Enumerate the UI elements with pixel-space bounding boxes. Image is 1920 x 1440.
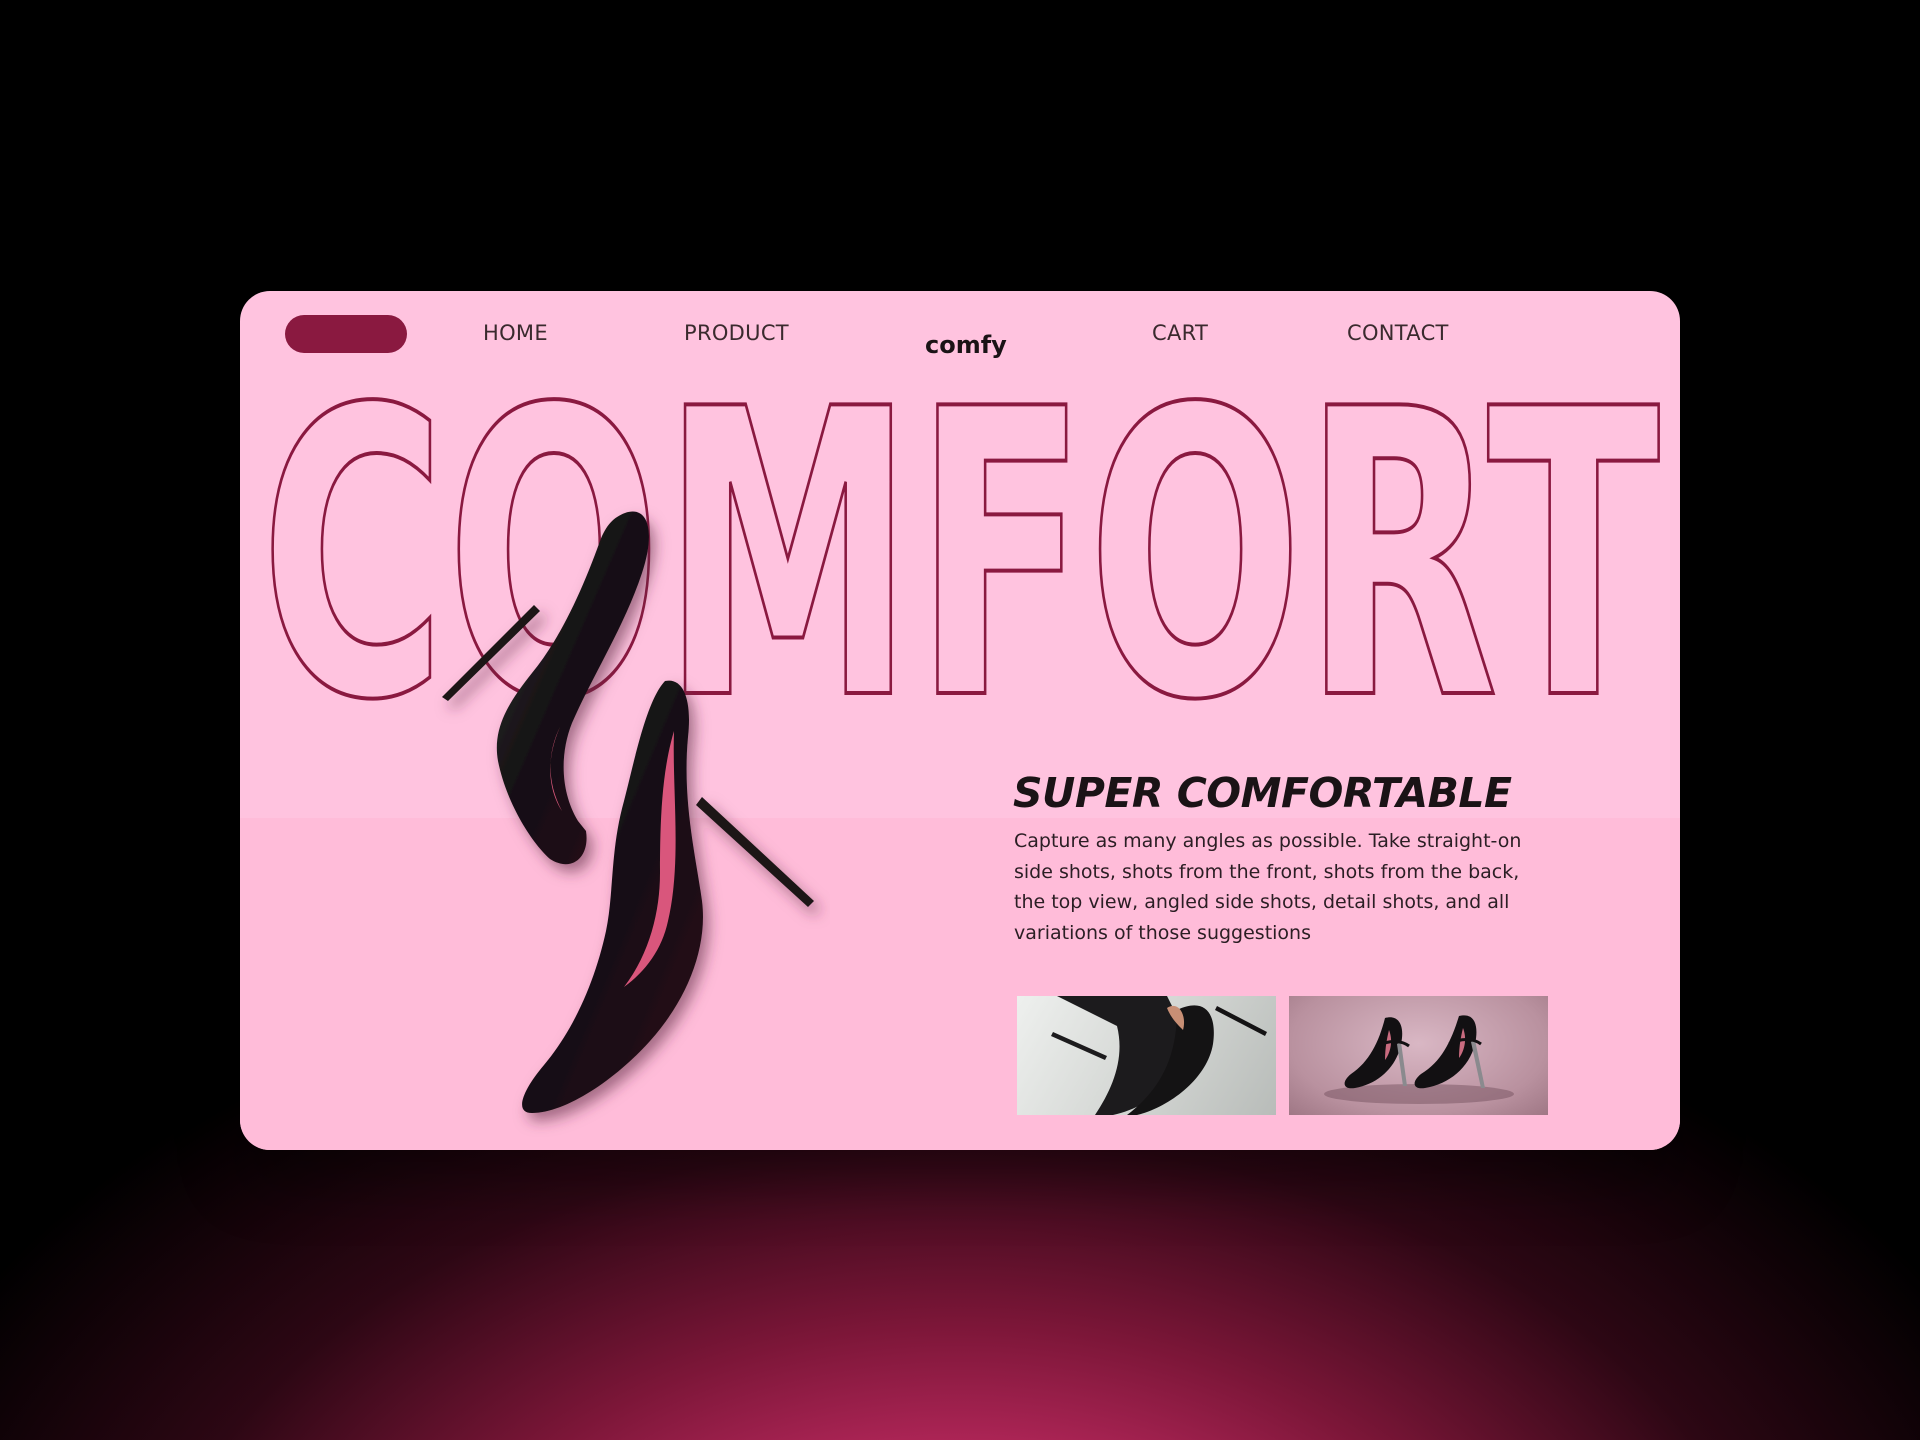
thumbnail-image-2[interactable] [1289,996,1548,1115]
nav-cart-link[interactable]: CART [1152,321,1208,345]
description-text: Capture as many angles as possible. Take… [1014,830,1522,944]
headline: SUPER COMFORTABLE [1013,769,1512,817]
nav-product-link[interactable]: PRODUCT [684,321,789,345]
nav-home-link[interactable]: HOME [483,321,548,345]
svg-text:comfy: comfy [925,331,1007,359]
strap-heels-icon [1324,1015,1514,1104]
nav-contact-link[interactable]: CONTACT [1347,321,1449,345]
menu-pill-button[interactable] [285,315,407,353]
comfy-logo[interactable]: comfy [923,311,1018,371]
thumbnail-image-1[interactable] [1017,996,1276,1115]
suede-heels-icon [1051,996,1267,1115]
stiletto-heels-image [442,511,814,1113]
landing-card: HOME PRODUCT comfy CART CONTACT COMFORT [240,291,1680,1150]
